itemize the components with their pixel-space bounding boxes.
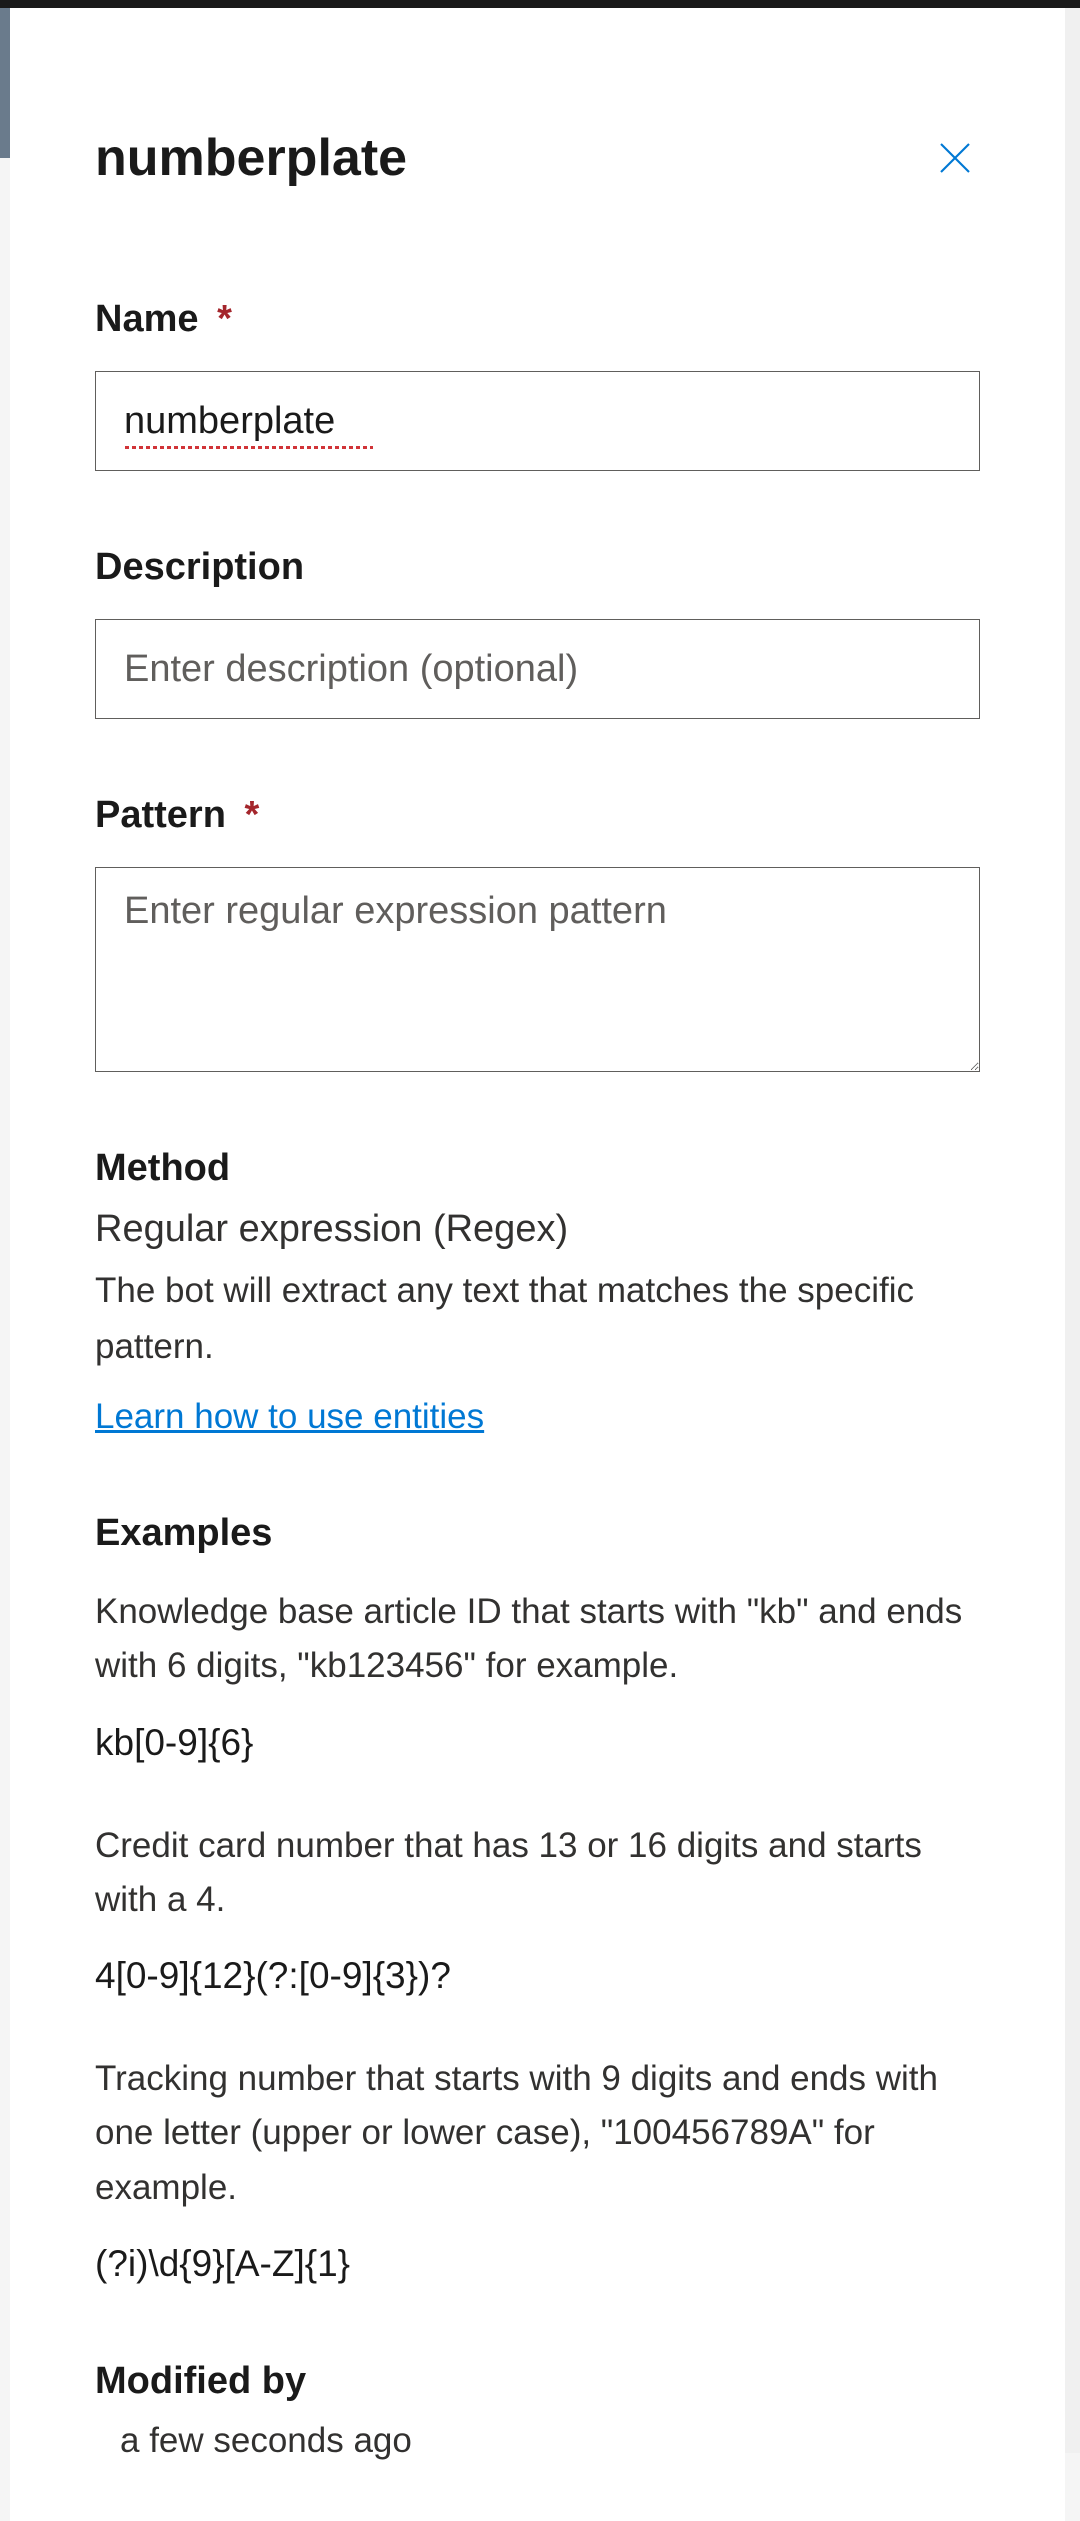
example-description: Knowledge base article ID that starts wi…	[95, 1585, 980, 1694]
description-label: Description	[95, 546, 980, 589]
example-pattern: (?i)\d{9}[A-Z]{1}	[95, 2243, 980, 2285]
method-name: Regular expression (Regex)	[95, 1208, 980, 1251]
close-icon	[934, 137, 976, 179]
example-item: Tracking number that starts with 9 digit…	[95, 2052, 980, 2285]
pattern-input[interactable]	[95, 867, 980, 1072]
example-pattern: kb[0-9]{6}	[95, 1722, 980, 1764]
examples-section: Examples Knowledge base article ID that …	[95, 1512, 980, 2285]
example-pattern: 4[0-9]{12}(?:[0-9]{3})?	[95, 1955, 980, 1997]
modified-heading: Modified by	[95, 2360, 980, 2403]
examples-heading: Examples	[95, 1512, 980, 1555]
name-required-marker: *	[217, 298, 232, 340]
learn-entities-link[interactable]: Learn how to use entities	[95, 1397, 484, 1436]
pattern-label: Pattern *	[95, 794, 980, 837]
name-input[interactable]	[95, 371, 980, 471]
name-input-wrapper	[95, 371, 980, 471]
description-field-group: Description	[95, 546, 980, 719]
modified-time: a few seconds ago	[95, 2421, 980, 2461]
name-label: Name *	[95, 298, 980, 341]
example-item: Knowledge base article ID that starts wi…	[95, 1585, 980, 1764]
example-item: Credit card number that has 13 or 16 dig…	[95, 1819, 980, 1998]
pattern-field-group: Pattern *	[95, 794, 980, 1077]
panel-header: numberplate	[95, 128, 980, 188]
method-section: Method Regular expression (Regex) The bo…	[95, 1147, 980, 1437]
method-description: The bot will extract any text that match…	[95, 1263, 980, 1375]
top-bar	[0, 0, 1080, 8]
example-description: Tracking number that starts with 9 digit…	[95, 2052, 980, 2215]
modified-section: Modified by a few seconds ago	[95, 2360, 980, 2461]
name-field-group: Name *	[95, 298, 980, 471]
description-input[interactable]	[95, 619, 980, 719]
spellcheck-underline	[125, 446, 373, 449]
panel-title: numberplate	[95, 128, 407, 188]
pattern-required-marker: *	[244, 794, 259, 836]
example-description: Credit card number that has 13 or 16 dig…	[95, 1819, 980, 1928]
method-heading: Method	[95, 1147, 980, 1190]
name-label-text: Name	[95, 298, 199, 340]
left-bar	[0, 8, 10, 158]
pattern-label-text: Pattern	[95, 794, 226, 836]
scrollbar-track[interactable]	[1065, 8, 1080, 2453]
close-button[interactable]	[930, 133, 980, 183]
entity-panel: numberplate Name * Description Pattern *	[10, 8, 1065, 2521]
description-label-text: Description	[95, 546, 304, 588]
